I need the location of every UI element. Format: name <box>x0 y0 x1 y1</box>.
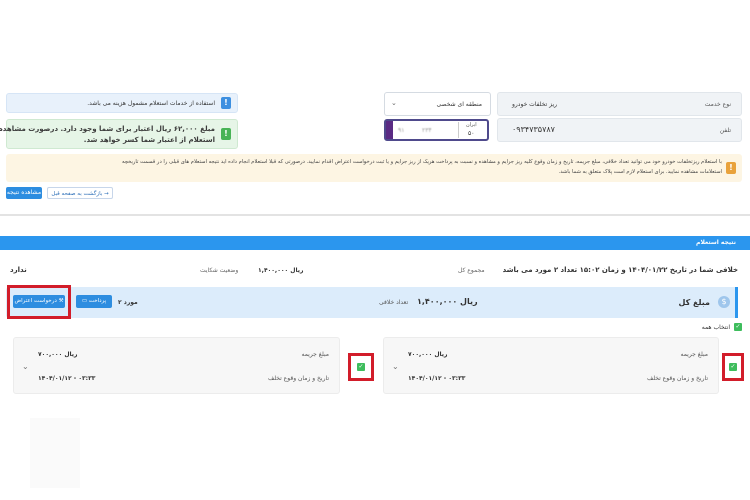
violation-checkbox[interactable]: ✓ <box>729 363 737 371</box>
dollar-icon: $ <box>718 296 730 308</box>
warning-icon: ! <box>726 162 736 174</box>
chevron-down-icon[interactable]: ⌄ <box>22 362 29 371</box>
credit-notice: ! مبلغ ۶۲,۰۰۰ ریال اعتبار برای شما وجود … <box>0 119 238 149</box>
complaint-value: ندارد <box>10 266 27 274</box>
select-all-checkbox[interactable]: ✓ <box>734 323 742 331</box>
pay-button[interactable]: ▭ پرداخت <box>76 295 112 308</box>
datetime-label: تاریخ و زمان وقوع تخلف <box>268 375 329 382</box>
back-button[interactable]: بازگشت به صفحه قبل → <box>47 187 113 199</box>
fine-label: مبلغ جریمه <box>680 351 709 358</box>
violation-checkbox[interactable]: ✓ <box>357 363 365 371</box>
plate-letter: ۹۱ <box>398 127 405 134</box>
fine-value: ۷۰۰,۰۰۰ ریال <box>38 351 78 358</box>
chevron-down-icon: ⌄ <box>391 99 397 107</box>
credit-notice-line1: مبلغ ۶۲,۰۰۰ ریال اعتبار برای شما وجود دا… <box>0 125 215 133</box>
objection-highlight: درخواست اعتراض ⚒ <box>7 285 71 319</box>
arrow-right-icon: → <box>104 191 109 197</box>
result-header-title: نتیجه استعلام <box>696 239 736 246</box>
mobile-label: تلفن <box>719 127 731 134</box>
info-icon: ! <box>221 128 231 140</box>
back-label: بازگشت به صفحه قبل <box>51 191 103 197</box>
region-select[interactable]: منطقه ای شخصی ⌄ <box>384 92 491 116</box>
result-header-bar: نتیجه استعلام <box>0 236 750 250</box>
view-result-label: مشاهده نتیجه <box>6 189 42 196</box>
info-icon: ! <box>221 97 231 109</box>
select-all-label: انتخاب همه <box>701 324 730 331</box>
total-card: $ مبلغ کل ۱,۴۰۰,۰۰۰ ریال تعداد خلافی ۲ م… <box>6 287 738 318</box>
fee-notice: ! استفاده از خدمات استعلام مشمول هزینه م… <box>6 93 238 113</box>
result-summary: خلافی شما در تاریخ ۱۴۰۴/۰۱/۲۲ و زمان ۱۵:… <box>502 266 738 274</box>
complaint-label: وضعیت شکایت <box>200 267 239 274</box>
service-type-field[interactable]: نوع خدمت ریز تخلفات خودرو <box>497 92 742 116</box>
fine-label: مبلغ جریمه <box>301 351 330 358</box>
total-value: ۱,۴۰۰,۰۰۰ ریال <box>258 267 304 274</box>
pay-label: پرداخت <box>88 298 107 304</box>
plate-number: ۲۳۴ <box>422 127 432 134</box>
mobile-value: ۰۹۳۴۷۳۵۷۸۷ <box>512 125 555 134</box>
violation-checkbox-highlight: ✓ <box>722 353 744 381</box>
view-result-button[interactable]: مشاهده نتیجه <box>6 187 42 199</box>
count-value: ۲ مورد <box>118 299 138 306</box>
warning-line1: با استعلام ریزتخلفات خودرو خود می توانید… <box>121 159 722 165</box>
service-type-value: ریز تخلفات خودرو <box>512 101 558 108</box>
chevron-down-icon[interactable]: ⌄ <box>392 362 399 371</box>
credit-notice-line2: استعلام از اعتبار شما کسر خواهد شد. <box>83 136 215 144</box>
objection-label: درخواست اعتراض <box>14 298 57 304</box>
datetime-value: ۱۴۰۴/۰۱/۱۲ - ۰۳:۳۳ <box>38 375 96 382</box>
card-icon: ▭ <box>81 298 88 304</box>
total-card-title: مبلغ کل <box>678 298 710 307</box>
total-label: مجموع کل <box>458 267 485 274</box>
fee-notice-text: استفاده از خدمات استعلام مشمول هزینه می … <box>87 100 215 107</box>
warning-banner: ! با استعلام ریزتخلفات خودرو خود می توان… <box>6 154 742 182</box>
mobile-field[interactable]: تلفن ۰۹۳۴۷۳۵۷۸۷ <box>497 118 742 142</box>
datetime-value: ۱۴۰۴/۰۱/۱۲ - ۰۳:۳۳ <box>408 375 466 382</box>
region-value: منطقه ای شخصی <box>436 101 482 108</box>
warning-line2: استعلامات مشاهده نمایید. برای استعلام لا… <box>558 169 722 175</box>
objection-button[interactable]: درخواست اعتراض ⚒ <box>13 295 65 308</box>
violation-checkbox-highlight: ✓ <box>348 353 374 381</box>
gavel-icon: ⚒ <box>58 298 64 304</box>
total-card-value: ۱,۴۰۰,۰۰۰ ریال <box>417 297 478 306</box>
violation-card[interactable]: مبلغ جریمه ۷۰۰,۰۰۰ ریال تاریخ و زمان وقو… <box>383 337 719 394</box>
plate-divider <box>458 122 459 138</box>
plate-province-code: ۵۰ <box>468 130 475 137</box>
service-type-label: نوع خدمت <box>704 101 731 108</box>
count-label: تعداد خلافی <box>379 299 409 306</box>
section-divider <box>0 214 750 216</box>
fine-value: ۷۰۰,۰۰۰ ریال <box>408 351 448 358</box>
background-decoration <box>30 418 80 488</box>
license-plate[interactable]: ۹۱ ۲۳۴ ایران ۵۰ <box>384 119 489 141</box>
datetime-label: تاریخ و زمان وقوع تخلف <box>647 375 708 382</box>
violation-card[interactable]: مبلغ جریمه ۷۰۰,۰۰۰ ریال تاریخ و زمان وقو… <box>13 337 340 394</box>
total-card-right-bar <box>735 287 738 318</box>
plate-province-label: ایران <box>466 122 477 128</box>
plate-flag <box>386 121 393 139</box>
